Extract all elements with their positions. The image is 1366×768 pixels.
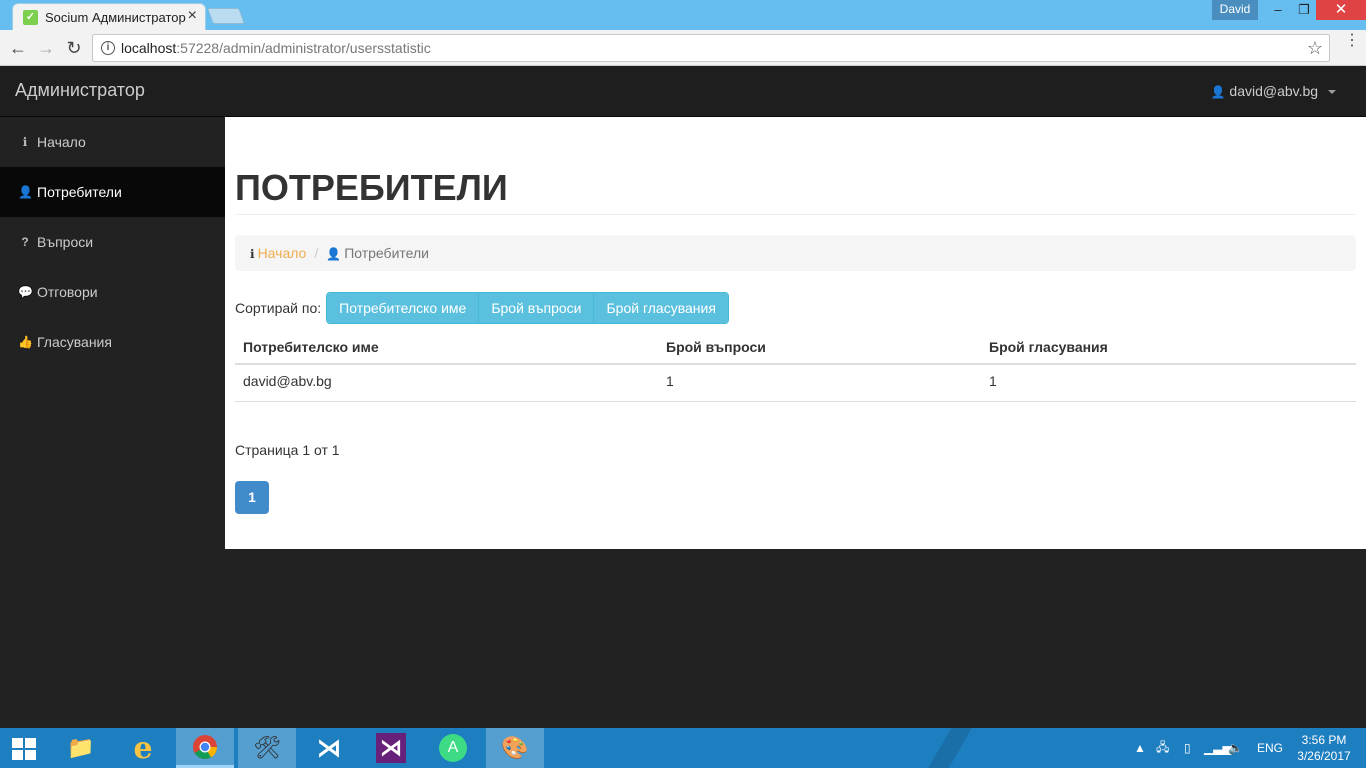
thumbs-up-icon: 👍: [18, 335, 33, 349]
user-icon: 👤: [326, 247, 342, 261]
forward-arrow-icon[interactable]: →: [34, 36, 58, 60]
info-circle-icon: ℹ: [250, 247, 255, 261]
chrome-icon[interactable]: [176, 728, 234, 768]
user-icon: 👤: [1210, 85, 1226, 99]
sidebar-item-votes[interactable]: 👍 Гласувания: [0, 317, 225, 367]
sidebar-item-users[interactable]: 👤 Потребители: [0, 167, 225, 217]
browser-menu-icon[interactable]: ⋮: [1344, 33, 1360, 49]
internet-explorer-icon[interactable]: e: [114, 728, 172, 768]
admin-app: Администратор 👤 david@abv.bg ℹ Начало 👤 …: [0, 66, 1366, 728]
breadcrumb-current: Потребители: [344, 245, 429, 261]
site-info-icon[interactable]: i: [101, 41, 115, 55]
windows-taskbar: 📁 e 🛠 ⋊ ⋊ A 🎨 ▲ 🖧 ▯ ▁▃▅ 🔈 ENG 3:56 PM 3/…: [0, 728, 1366, 768]
close-window-icon[interactable]: ✕: [1316, 0, 1366, 20]
new-tab-button[interactable]: [207, 8, 245, 24]
restore-icon[interactable]: ❐: [1290, 0, 1318, 20]
visual-studio-icon[interactable]: ⋊: [362, 728, 420, 768]
column-header-username: Потребителско име: [235, 331, 658, 365]
user-email: david@abv.bg: [1229, 83, 1319, 99]
profile-button[interactable]: David: [1212, 0, 1258, 20]
main-content: ПОТРЕБИТЕЛИ ℹ Начало / 👤 Потребители Сортира…: [225, 117, 1366, 549]
table-row: david@abv.bg 1 1: [235, 364, 1356, 402]
taskbar-decoration: [910, 728, 990, 768]
sort-button-group: Потребителско име Брой въпроси Брой глас…: [326, 292, 729, 324]
column-header-votes: Брой гласувания: [981, 331, 1356, 365]
back-arrow-icon[interactable]: ←: [6, 36, 30, 60]
browser-titlebar: ✓ Socium Администратор × David – ❐ ✕: [0, 0, 1366, 30]
breadcrumb-separator: /: [314, 245, 319, 261]
minimize-icon[interactable]: –: [1264, 0, 1292, 20]
breadcrumb: ℹ Начало / 👤 Потребители: [235, 235, 1356, 271]
clock-date: 3/26/2017: [1297, 749, 1351, 763]
user-icon: 👤: [18, 185, 33, 199]
sidebar-item-answers[interactable]: 💬 Отговори: [0, 267, 225, 317]
sort-by-questions-button[interactable]: Брой въпроси: [479, 293, 595, 323]
tab-title: Socium Администратор: [45, 10, 186, 25]
page-title: ПОТРЕБИТЕЛИ: [235, 167, 508, 208]
sidebar: ℹ Начало 👤 Потребители ? Въпроси 💬 Отгов…: [0, 117, 225, 367]
pagination-text: Страница 1 от 1: [235, 442, 340, 458]
close-tab-icon[interactable]: ×: [188, 7, 197, 25]
reload-icon[interactable]: ↻: [62, 36, 86, 60]
question-icon: ?: [21, 235, 29, 249]
browser-tab[interactable]: ✓ Socium Администратор ×: [12, 3, 206, 30]
vs-code-icon[interactable]: ⋊: [300, 728, 358, 768]
clock-time: 3:56 PM: [1301, 733, 1347, 747]
sidebar-item-label: Отговори: [37, 284, 98, 300]
favicon-icon: ✓: [23, 10, 38, 25]
user-menu[interactable]: 👤 david@abv.bg: [1211, 83, 1336, 99]
tools-app-icon[interactable]: 🛠: [238, 728, 296, 768]
sort-controls: Сортирай по: Потребителско име Брой въпр…: [235, 291, 729, 325]
file-explorer-icon[interactable]: 📁: [52, 728, 110, 768]
sidebar-item-label: Начало: [37, 134, 86, 150]
sidebar-item-label: Гласувания: [37, 334, 112, 350]
url-text[interactable]: localhost:57228/admin/administrator/user…: [121, 40, 431, 56]
input-language[interactable]: ENG: [1257, 728, 1283, 768]
cell-questions-count: 1: [658, 364, 981, 402]
battery-icon[interactable]: ▯: [1184, 728, 1191, 768]
browser-toolbar: ← → ↻ i localhost:57228/admin/administra…: [0, 30, 1366, 66]
divider: [235, 214, 1356, 215]
cell-username: david@abv.bg: [235, 364, 658, 402]
sort-label: Сортирай по:: [235, 300, 322, 316]
paint-icon[interactable]: 🎨: [486, 728, 544, 768]
users-table: Потребителско име Брой въпроси Брой глас…: [235, 331, 1356, 402]
windows-start-icon[interactable]: [12, 738, 38, 760]
sidebar-item-label: Въпроси: [37, 234, 94, 250]
breadcrumb-home-link[interactable]: Начало: [258, 245, 307, 261]
sidebar-item-label: Потребители: [37, 184, 122, 200]
sidebar-item-home[interactable]: ℹ Начало: [0, 117, 225, 167]
sidebar-item-questions[interactable]: ? Въпроси: [0, 217, 225, 267]
volume-icon[interactable]: 🔈: [1228, 728, 1243, 768]
show-hidden-icons-icon[interactable]: ▲: [1134, 728, 1146, 768]
cell-votes-count: 1: [981, 364, 1356, 402]
sort-by-votes-button[interactable]: Брой гласувания: [594, 293, 728, 323]
table-header-row: Потребителско име Брой въпроси Брой глас…: [235, 331, 1356, 365]
android-studio-icon[interactable]: A: [424, 728, 482, 768]
taskbar-clock[interactable]: 3:56 PM 3/26/2017: [1292, 732, 1356, 764]
page-1-button[interactable]: 1: [235, 481, 269, 514]
info-circle-icon: ℹ: [22, 135, 28, 149]
column-header-questions: Брой въпроси: [658, 331, 981, 365]
bookmark-star-icon[interactable]: ☆: [1307, 38, 1323, 59]
navbar-brand[interactable]: Администратор: [15, 80, 145, 101]
comments-icon: 💬: [18, 285, 33, 299]
top-navbar: Администратор 👤 david@abv.bg: [0, 66, 1366, 117]
sort-by-username-button[interactable]: Потребителско име: [327, 293, 480, 323]
chevron-down-icon: [1328, 90, 1336, 95]
address-bar[interactable]: i localhost:57228/admin/administrator/us…: [92, 34, 1330, 62]
network-error-icon[interactable]: 🖧: [1156, 728, 1169, 768]
